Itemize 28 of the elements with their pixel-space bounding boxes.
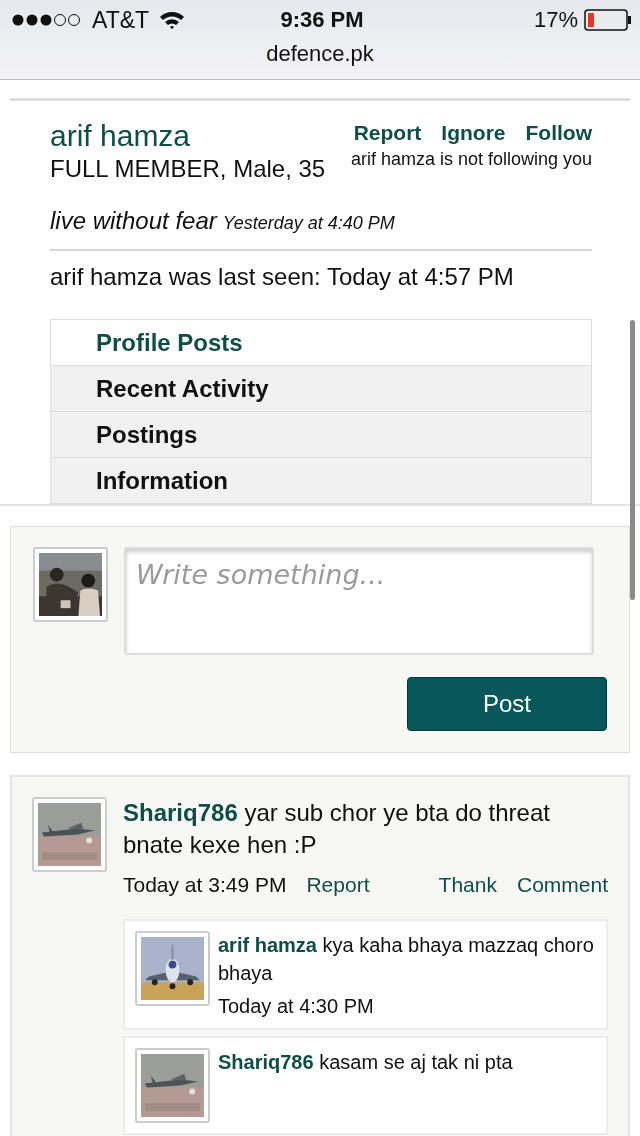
wifi-icon [159,10,186,30]
profile-tab[interactable]: Recent Activity [51,366,591,412]
post-message: Shariq786 yar sub chor ye bta do threat bnate kexe hen :P [123,798,551,860]
comment-time: Today at 4:30 PM [218,995,375,1018]
action-link[interactable]: Report [306,873,370,897]
comment-message: arif hamza kya kaha bhaya mazzaq choro bhaya [218,933,595,986]
last-seen-text: arif hamza was last seen: Today at 4:57 PM [50,262,515,291]
follow-note: arif hamza is not following you [350,149,592,170]
action-link[interactable]: Ignore [441,121,506,145]
post-button[interactable]: Post [407,677,607,731]
member-name[interactable]: arif hamza [50,119,330,153]
status-time: Yesterday at 4:40 PM [222,213,395,233]
carrier-name: AT&T [92,6,150,34]
profile-tab[interactable]: Postings [51,412,591,458]
member-details: FULL MEMBER, Male, 35 [50,154,327,184]
comment-message: Shariq786 kasam se aj tak ni pta [218,1050,513,1075]
message-field[interactable]: Write something... [124,547,594,655]
address-url[interactable]: defence.pk [0,40,640,68]
battery-percent: 17% [533,7,578,33]
action-link[interactable]: Comment [516,873,608,897]
action-link[interactable]: Thank [438,873,497,897]
battery-icon [584,9,632,31]
post-time: Today at 3:49 PM [123,873,287,897]
action-link[interactable]: Report [353,121,422,145]
profile-tab[interactable]: Information [51,458,591,504]
clock: 9:36 PM [280,7,364,33]
action-link[interactable]: Follow [525,121,592,145]
status-message: live without fear [50,207,217,234]
